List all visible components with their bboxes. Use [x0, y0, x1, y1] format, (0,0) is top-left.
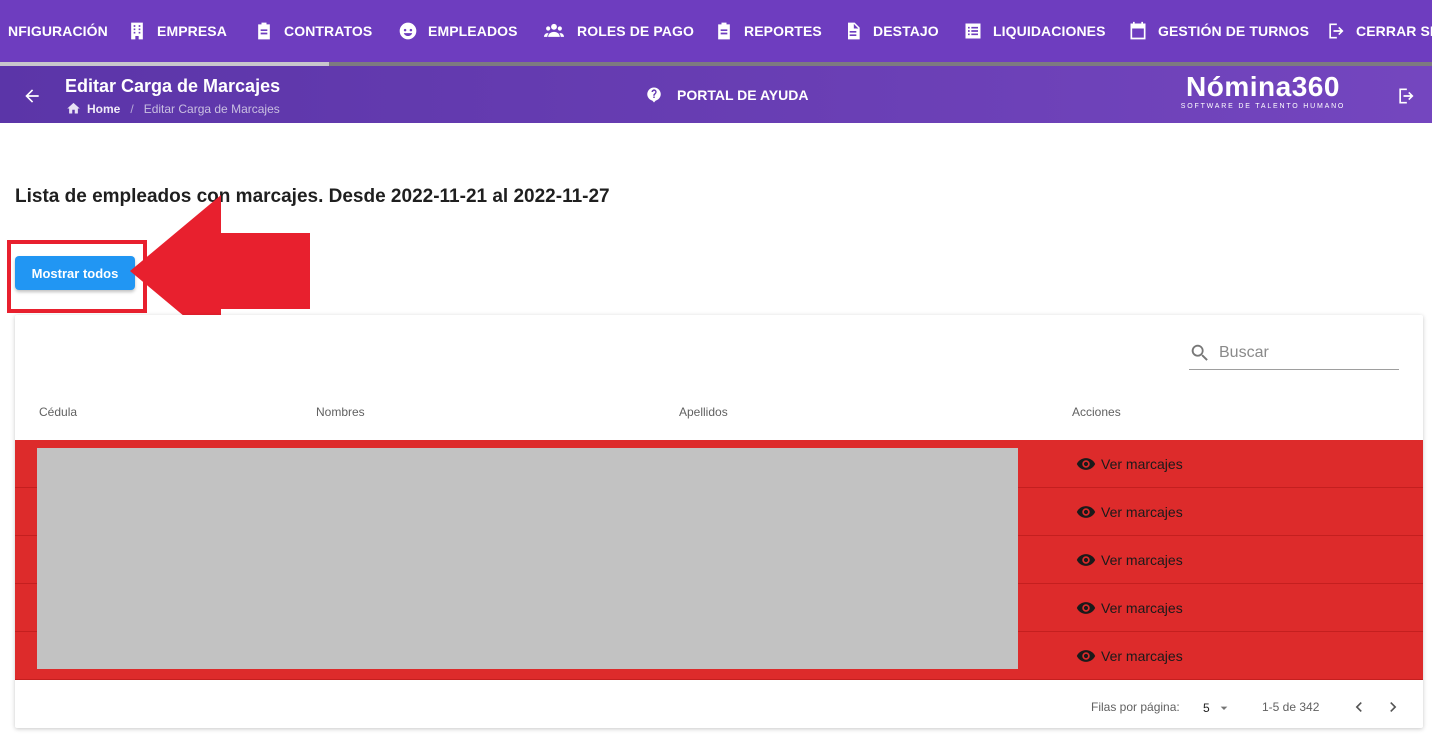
help-bubble-icon [647, 87, 661, 103]
help-portal-label: PORTAL DE AYUDA [677, 87, 809, 103]
column-header-apellidos[interactable]: Apellidos [679, 405, 728, 419]
rows-per-page-value: 5 [1203, 701, 1210, 715]
nav-item-liquidaciones[interactable]: LIQUIDACIONES [963, 0, 1106, 62]
nav-item-label: CONTRATOS [284, 23, 373, 39]
home-icon [67, 102, 80, 114]
group-icon [544, 23, 564, 37]
nav-item-roles-de-pago[interactable]: ROLES DE PAGO [541, 0, 694, 62]
eye-icon [1076, 650, 1096, 662]
page-header: Editar Carga de Marcajes Home / Editar C… [0, 66, 1432, 123]
logout-button[interactable] [1396, 86, 1416, 111]
annotation-highlight-box [7, 240, 147, 313]
view-marks-label: Ver marcajes [1101, 552, 1183, 568]
column-header-acciones: Acciones [1072, 405, 1121, 419]
document-icon [848, 22, 860, 40]
search-icon [1191, 344, 1208, 361]
chevron-down-icon [1220, 706, 1228, 710]
nav-item-label: REPORTES [744, 23, 822, 39]
view-marks-label: Ver marcajes [1101, 648, 1183, 664]
nav-item-label: NFIGURACIÓN [8, 23, 108, 39]
building-icon [131, 22, 143, 40]
nav-item-label: ROLES DE PAGO [577, 23, 694, 39]
view-marks-label: Ver marcajes [1101, 456, 1183, 472]
pagination-range: 1-5 de 342 [1262, 700, 1320, 714]
top-navigation: NFIGURACIÓN EMPRESA CONTRATOS EMPLEADOS … [0, 0, 1432, 66]
nav-item-contratos[interactable]: CONTRATOS [254, 0, 372, 62]
employees-table-card: Cédula Nombres Apellidos Acciones Ver ma… [15, 315, 1423, 728]
next-page-button[interactable] [1383, 697, 1403, 720]
nav-item-label: GESTIÓN DE TURNOS [1158, 23, 1310, 39]
search-box[interactable] [1189, 337, 1399, 370]
calendar-icon [1130, 21, 1146, 40]
eye-icon [1076, 554, 1096, 566]
chevron-right-icon [1390, 702, 1397, 712]
nav-item-label: DESTAJO [873, 23, 939, 39]
nav-item-gestion-de-turnos[interactable]: GESTIÓN DE TURNOS [1128, 0, 1309, 62]
list-icon [965, 23, 981, 39]
view-marks-button[interactable]: Ver marcajes [1076, 454, 1183, 474]
column-header-cedula[interactable]: Cédula [39, 405, 77, 419]
previous-page-button[interactable] [1349, 697, 1369, 720]
clipboard-icon [258, 22, 270, 40]
view-marks-label: Ver marcajes [1101, 504, 1183, 520]
face-icon [399, 22, 417, 40]
clipboard-icon [718, 22, 730, 40]
eye-icon [1076, 602, 1096, 614]
breadcrumb: Home / Editar Carga de Marcajes [66, 101, 280, 116]
logout-icon [1329, 23, 1344, 39]
logout-icon [1399, 88, 1414, 104]
redacted-employee-data [37, 448, 1018, 669]
help-portal-link[interactable]: PORTAL DE AYUDA [645, 86, 808, 104]
eye-icon [1076, 506, 1096, 518]
view-marks-button[interactable]: Ver marcajes [1076, 646, 1183, 666]
rows-per-page-select[interactable]: 5 [1203, 700, 1232, 716]
nav-item-configuracion[interactable]: NFIGURACIÓN [8, 0, 108, 62]
view-marks-button[interactable]: Ver marcajes [1076, 502, 1183, 522]
breadcrumb-separator: / [130, 101, 134, 116]
brand-logo: Nómina360 SOFTWARE DE TALENTO HUMANO [1173, 71, 1353, 111]
column-header-nombres[interactable]: Nombres [316, 405, 365, 419]
nav-item-cerrar-sesion[interactable]: CERRAR SE [1326, 0, 1432, 62]
logo-tagline: SOFTWARE DE TALENTO HUMANO [1180, 103, 1346, 110]
view-marks-button[interactable]: Ver marcajes [1076, 598, 1183, 618]
nav-item-empresa[interactable]: EMPRESA [127, 0, 227, 62]
eye-icon [1076, 458, 1096, 470]
list-heading: Lista de empleados con marcajes. Desde 2… [15, 186, 610, 207]
view-marks-label: Ver marcajes [1101, 600, 1183, 616]
nav-item-empleados[interactable]: EMPLEADOS [398, 0, 518, 62]
back-button[interactable] [22, 86, 44, 108]
view-marks-button[interactable]: Ver marcajes [1076, 550, 1183, 570]
nav-item-label: EMPLEADOS [428, 23, 518, 39]
search-input[interactable] [1217, 343, 1391, 363]
nav-item-label: EMPRESA [157, 23, 227, 39]
chevron-left-icon [1355, 702, 1362, 712]
breadcrumb-current: Editar Carga de Marcajes [143, 101, 280, 116]
page-title: Editar Carga de Marcajes [65, 76, 281, 96]
logo-wordmark: Nómina360 [1186, 71, 1340, 102]
nav-item-label: CERRAR SE [1356, 23, 1432, 39]
table-footer: Filas por página: 5 1-5 de 342 [15, 690, 1423, 728]
breadcrumb-home-link[interactable]: Home [87, 102, 120, 116]
arrow-left-icon [25, 89, 39, 103]
rows-per-page-label: Filas por página: [1091, 700, 1180, 714]
nav-item-reportes[interactable]: REPORTES [714, 0, 822, 62]
nav-item-label: LIQUIDACIONES [993, 23, 1106, 39]
nav-item-destajo[interactable]: DESTAJO [843, 0, 939, 62]
